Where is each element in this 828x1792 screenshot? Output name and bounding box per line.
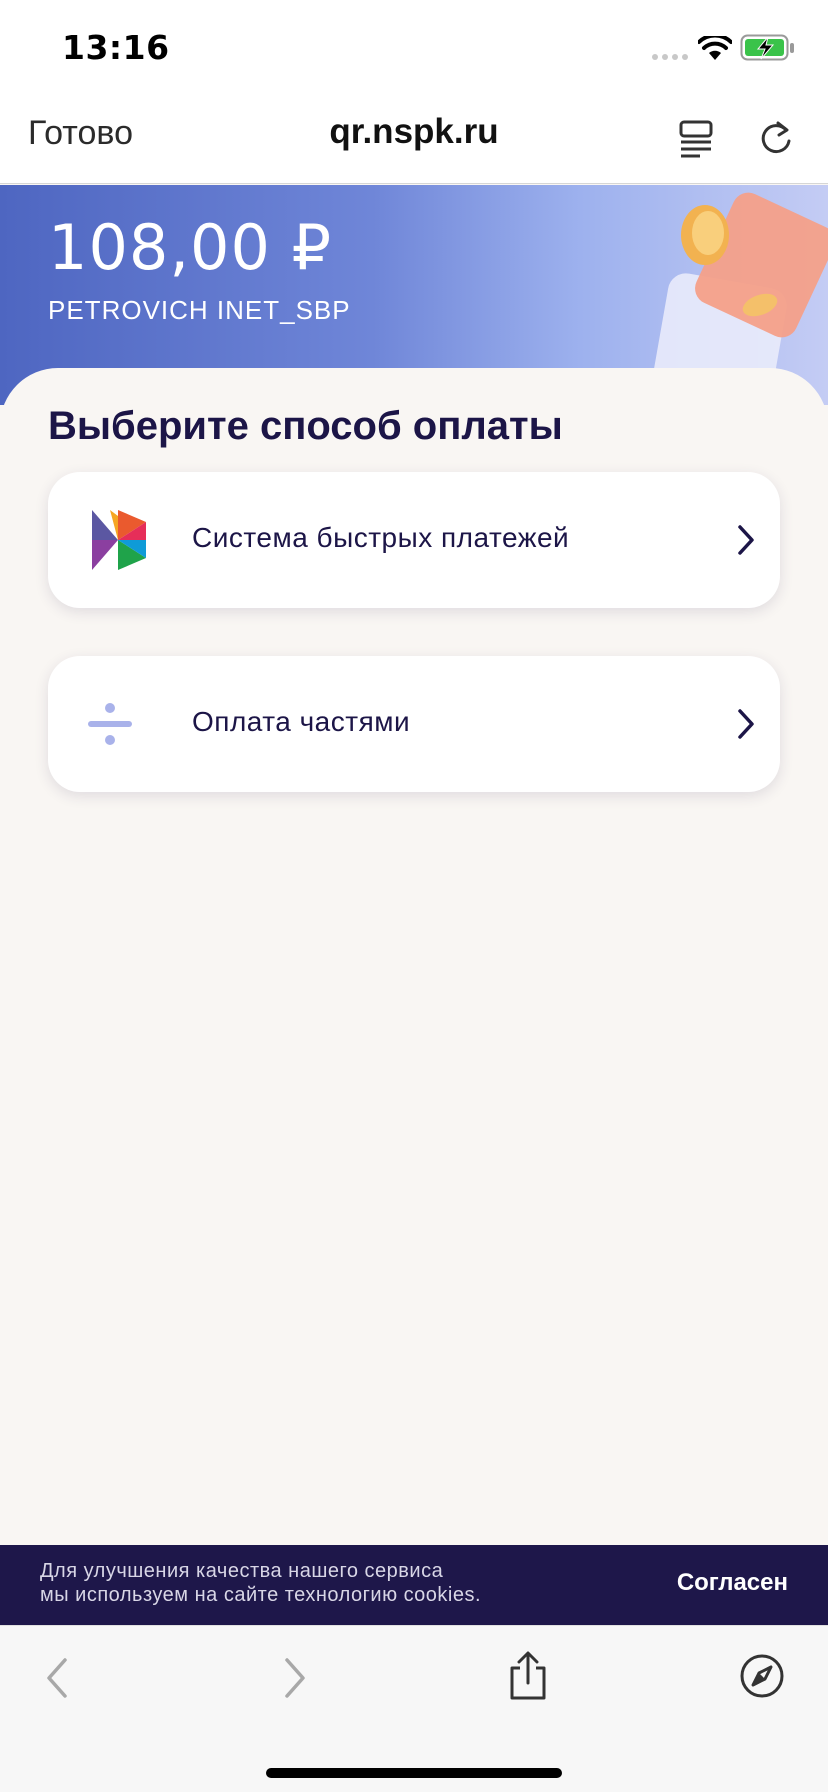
cookie-banner: Для улучшения качества нашего сервиса мы… (0, 1545, 828, 1625)
browser-toolbar (0, 1625, 828, 1792)
reload-icon[interactable] (756, 114, 796, 160)
option-label: Система быстрых платежей (192, 522, 570, 553)
reader-list-icon[interactable] (678, 114, 718, 160)
accept-cookies-button[interactable]: Согласен (677, 1569, 788, 1597)
page-title: Выберите способ оплаты (48, 404, 563, 448)
browser-nav-bar: Готово qr.nspk.ru (0, 96, 828, 184)
payment-method-panel: Выберите способ оплаты Система быстрых п… (0, 368, 828, 1548)
back-icon[interactable] (44, 1656, 70, 1700)
chevron-right-icon (738, 709, 754, 739)
cookie-message: Для улучшения качества нашего сервиса мы… (40, 1559, 600, 1607)
payment-amount: 108,00 ₽ (48, 211, 333, 284)
forward-icon[interactable] (282, 1656, 308, 1700)
share-icon[interactable] (506, 1650, 550, 1702)
battery-charging-icon (740, 34, 794, 61)
status-time: 13:16 (62, 28, 170, 67)
merchant-name: PETROVICH INET_SBP (48, 295, 351, 325)
cellular-signal-icon (652, 54, 688, 60)
sbp-payment-option[interactable]: Система быстрых платежей (48, 472, 780, 608)
sbp-logo-icon (92, 510, 146, 570)
status-bar: 13:16 (0, 0, 828, 96)
chevron-right-icon (738, 525, 754, 555)
cookie-message-line2: мы используем на сайте технологию cookie… (40, 1584, 481, 1606)
installments-payment-option[interactable]: Оплата частями (48, 656, 780, 792)
wifi-icon (698, 36, 732, 60)
divide-icon (88, 703, 132, 745)
cookie-message-line1: Для улучшения качества нашего сервиса (40, 1560, 444, 1582)
home-indicator (266, 1768, 562, 1778)
option-label: Оплата частями (192, 706, 411, 737)
compass-icon[interactable] (738, 1652, 786, 1700)
